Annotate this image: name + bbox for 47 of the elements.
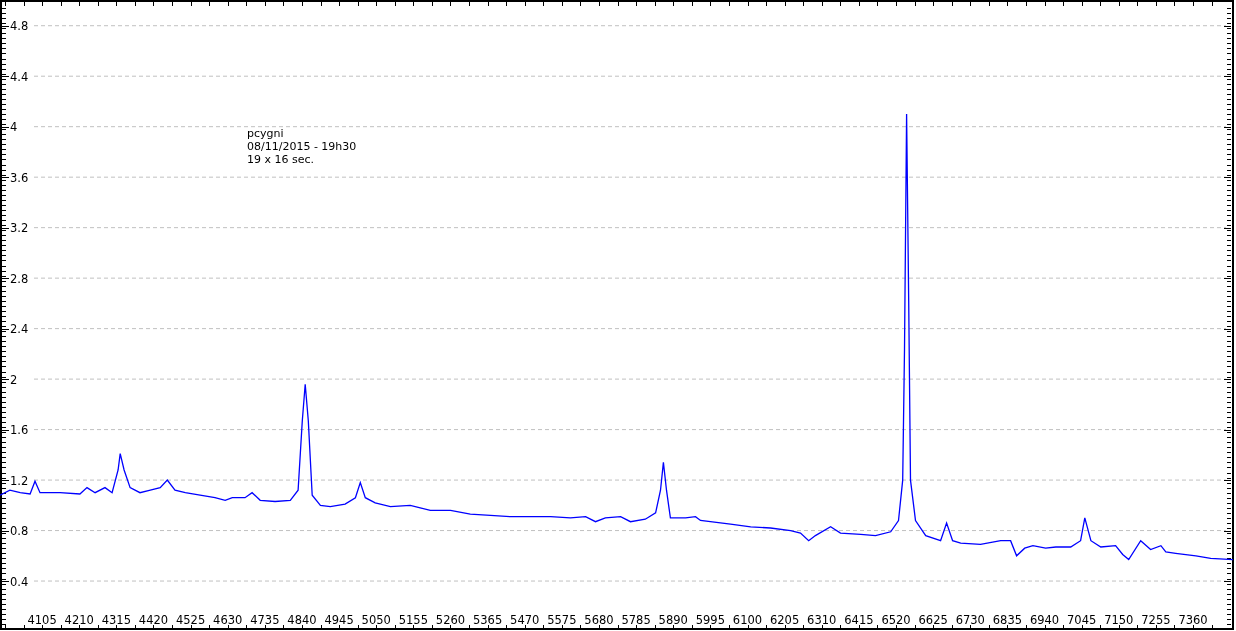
series-name: pcygni [247,127,284,140]
x-axis-label: 7255 [1141,613,1171,627]
y-axis-label: 0.4 [10,574,29,589]
annotation-text: 08/11/2015 - 19h30 [247,140,357,153]
x-axis-label: 4945 [324,613,354,627]
x-axis-label: 6310 [807,613,837,627]
y-axis-label: 4.8 [10,19,29,34]
x-axis-label: 4525 [175,613,206,627]
x-axis-label: 5155 [398,613,428,627]
x-axis-label: 4105 [27,613,57,627]
x-axis-label: 5890 [658,613,688,627]
x-axis-label: 4840 [287,613,317,627]
x-axis-label: 7045 [1067,613,1097,627]
x-axis-label: 6625 [918,613,948,627]
x-axis-label: 6205 [770,613,800,627]
y-axis-label: 2.4 [10,322,29,337]
x-axis-label: 6100 [732,613,763,627]
x-axis-label: 6940 [1029,613,1060,627]
y-axis-label: 4.4 [10,69,29,84]
x-axis-label: 4630 [213,613,243,627]
y-axis-label: 3.2 [10,221,29,236]
y-axis-label: 1.6 [10,423,29,438]
y-axis-label: 2 [10,372,18,387]
x-axis-label: 5470 [510,613,540,627]
x-axis-label: 5785 [621,613,651,627]
x-axis-label: 4735 [250,613,280,627]
y-axis-label: 0.8 [10,524,29,539]
x-axis-label: 5575 [547,613,577,627]
x-axis-label: 5365 [472,613,503,627]
x-axis-label: 7360 [1178,613,1208,627]
y-axis-label: 4 [10,120,18,135]
x-axis-label: 5680 [584,613,614,627]
annotation-text: 19 x 16 sec. [247,153,315,166]
x-axis-label: 5260 [435,613,466,627]
y-axis-label: 1.2 [10,473,29,488]
x-axis-label: 4210 [64,613,94,627]
x-axis-label: 6520 [881,613,911,627]
x-axis-label: 4420 [138,613,169,627]
x-axis-label: 7150 [1104,613,1134,627]
x-axis-label: 4315 [101,613,131,627]
y-axis-label: 3.6 [10,170,29,185]
x-axis-label: 6835 [992,613,1023,627]
x-axis-label: 6415 [844,613,874,627]
y-axis-label: 2.8 [10,271,29,286]
x-axis-label: 5050 [361,613,391,627]
x-axis-label: 5995 [695,613,725,627]
x-axis-label: 6730 [955,613,985,627]
